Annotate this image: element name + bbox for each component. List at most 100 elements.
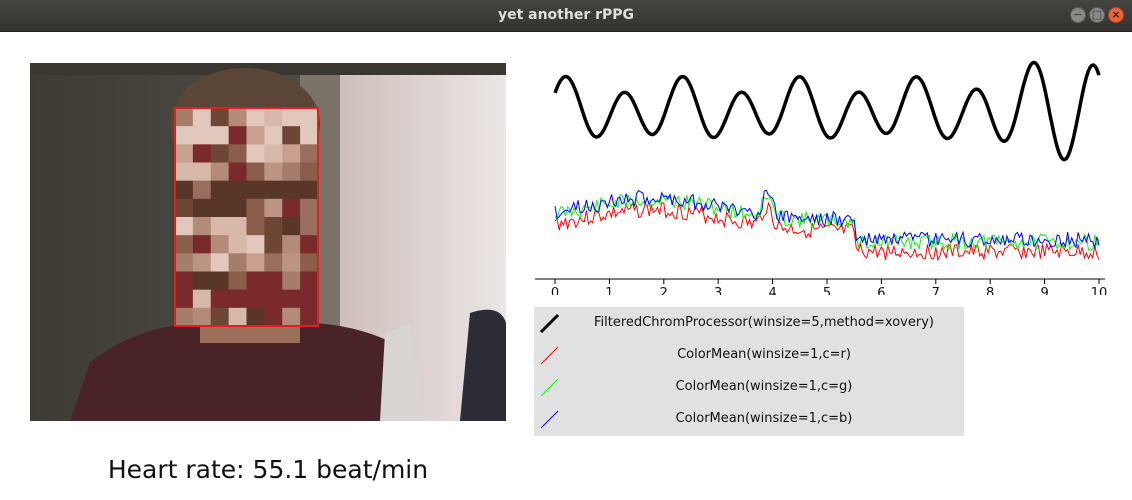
face-pixel bbox=[264, 126, 283, 145]
face-pixel bbox=[246, 289, 265, 309]
face-pixel bbox=[264, 271, 283, 291]
face-pixel bbox=[264, 253, 283, 272]
face-pixel bbox=[300, 126, 319, 145]
face-pixel bbox=[282, 253, 301, 272]
face-pixel bbox=[210, 307, 230, 327]
face-pixel bbox=[192, 144, 212, 163]
face-pixel bbox=[264, 289, 283, 309]
face-pixel bbox=[210, 271, 230, 291]
face-pixel bbox=[246, 198, 265, 218]
face-pixel bbox=[192, 289, 212, 309]
face-pixel bbox=[192, 162, 212, 182]
face-pixel bbox=[264, 198, 283, 218]
face-pixel bbox=[300, 235, 319, 254]
face-pixel bbox=[300, 180, 319, 200]
face-pixel bbox=[264, 217, 283, 236]
face-pixel bbox=[228, 271, 247, 291]
face-pixel bbox=[282, 108, 301, 127]
face-pixel bbox=[210, 253, 230, 272]
plot-legend: FilteredChromProcessor(winsize=5,method=… bbox=[534, 307, 964, 436]
face-pixel bbox=[246, 144, 265, 163]
face-pixel bbox=[264, 235, 283, 254]
x-tick-label: 5 bbox=[823, 286, 831, 295]
face-pixel bbox=[300, 162, 319, 182]
x-tick-label: 4 bbox=[768, 286, 776, 295]
heart-rate-readout: Heart rate: 55.1 beat/min bbox=[107, 455, 429, 484]
minimize-icon[interactable]: − bbox=[1070, 7, 1086, 23]
face-pixel bbox=[246, 307, 265, 327]
legend-item: ColorMean(winsize=1,c=g) bbox=[534, 372, 964, 402]
face-pixel bbox=[228, 108, 247, 127]
face-pixel bbox=[175, 108, 194, 127]
face-pixel bbox=[228, 180, 247, 200]
legend-swatch-icon bbox=[540, 378, 559, 397]
face-pixel bbox=[210, 235, 230, 254]
face-pixel bbox=[282, 180, 301, 200]
face-pixel bbox=[192, 126, 212, 145]
face-pixel bbox=[175, 144, 194, 163]
camera-image bbox=[30, 63, 506, 421]
face-pixel bbox=[210, 217, 230, 236]
legend-item: FilteredChromProcessor(winsize=5,method=… bbox=[534, 308, 964, 338]
color-mean-r-line bbox=[554, 201, 1100, 262]
face-pixel bbox=[282, 289, 301, 309]
face-pixel bbox=[175, 180, 194, 200]
face-pixel bbox=[264, 307, 283, 327]
face-pixel bbox=[246, 253, 265, 272]
x-tick-label: 6 bbox=[877, 286, 885, 295]
face-pixel bbox=[228, 144, 247, 163]
face-pixel bbox=[300, 289, 319, 309]
face-pixel bbox=[192, 198, 212, 218]
face-pixel bbox=[192, 307, 212, 327]
face-pixel bbox=[228, 289, 247, 309]
signal-plot: 0 1 2 3 4 5 6 7 8 9 10 bbox=[530, 40, 1110, 301]
face-pixel bbox=[192, 235, 212, 254]
legend-item: ColorMean(winsize=1,c=r) bbox=[534, 340, 964, 370]
legend-label: ColorMean(winsize=1,c=r) bbox=[677, 347, 851, 362]
face-pixel bbox=[282, 307, 301, 327]
face-pixel bbox=[228, 235, 247, 254]
face-pixel bbox=[282, 217, 301, 236]
face-pixel bbox=[282, 271, 301, 291]
face-pixel bbox=[300, 271, 319, 291]
x-tick-label: 2 bbox=[660, 286, 668, 295]
face-pixel bbox=[210, 180, 230, 200]
face-pixel bbox=[228, 307, 247, 327]
face-pixel bbox=[264, 180, 283, 200]
face-pixel bbox=[175, 126, 194, 145]
face-pixel bbox=[264, 144, 283, 163]
face-pixel bbox=[175, 289, 194, 309]
face-pixel bbox=[300, 198, 319, 218]
legend-swatch-icon bbox=[540, 346, 559, 365]
close-icon[interactable]: × bbox=[1108, 7, 1124, 23]
face-pixel bbox=[192, 108, 212, 127]
face-pixel bbox=[246, 108, 265, 127]
face-pixel bbox=[228, 162, 247, 182]
legend-swatch-icon bbox=[539, 313, 560, 334]
window-titlebar[interactable]: yet another rPPG − □ × bbox=[0, 0, 1132, 32]
color-mean-g-line bbox=[554, 194, 1100, 251]
x-tick-label: 7 bbox=[932, 286, 940, 295]
face-pixel bbox=[282, 126, 301, 145]
face-pixel bbox=[264, 108, 283, 127]
face-pixel bbox=[175, 271, 194, 291]
window-title: yet another rPPG bbox=[497, 7, 635, 23]
face-pixel bbox=[228, 217, 247, 236]
x-tick-label: 0 bbox=[551, 286, 559, 295]
x-tick-label: 3 bbox=[714, 286, 722, 295]
face-pixel bbox=[210, 289, 230, 309]
face-pixel bbox=[282, 162, 301, 182]
face-pixel bbox=[246, 217, 265, 236]
face-pixel bbox=[175, 217, 194, 236]
face-pixel bbox=[282, 144, 301, 163]
legend-label: ColorMean(winsize=1,c=b) bbox=[675, 411, 853, 426]
maximize-icon[interactable]: □ bbox=[1089, 7, 1105, 23]
face-pixel bbox=[175, 162, 194, 182]
face-pixel bbox=[300, 307, 319, 327]
camera-feed bbox=[30, 63, 506, 421]
face-pixel bbox=[300, 217, 319, 236]
face-pixel bbox=[192, 217, 212, 236]
face-pixel bbox=[210, 144, 230, 163]
face-pixel bbox=[210, 108, 230, 127]
x-tick-label: 1 bbox=[605, 286, 613, 295]
